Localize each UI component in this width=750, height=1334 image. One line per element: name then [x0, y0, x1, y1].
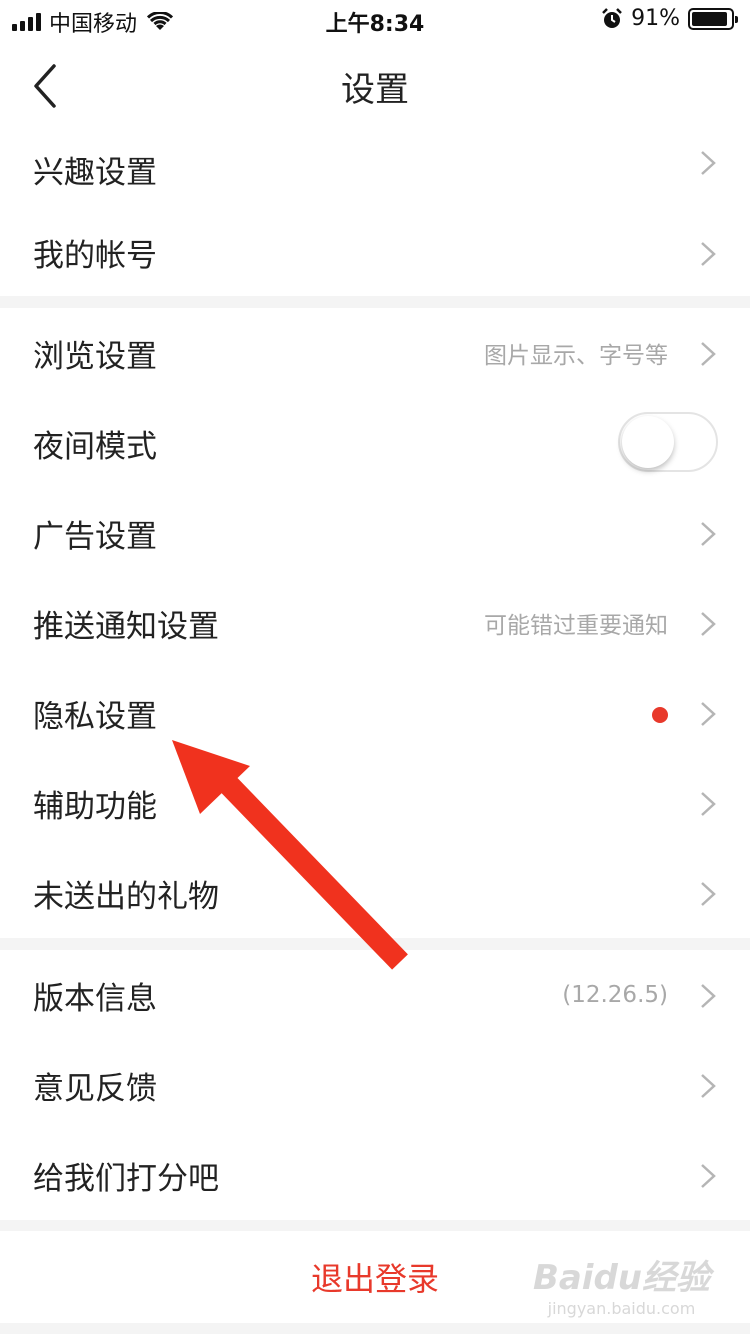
row-label: 意见反馈 — [33, 1070, 157, 1107]
chevron-right-icon — [701, 612, 716, 636]
settings-row-privacy[interactable]: 隐私设置 — [0, 668, 750, 758]
night-mode-toggle[interactable] — [618, 412, 718, 472]
settings-row-interests[interactable]: 兴趣设置 — [0, 130, 750, 208]
row-label: 广告设置 — [33, 518, 157, 555]
row-label: 我的帐号 — [33, 237, 157, 274]
chevron-right-icon — [701, 1164, 716, 1188]
battery-fill — [692, 11, 727, 26]
page-title: 设置 — [341, 70, 409, 110]
settings-group-general: 浏览设置 图片显示、字号等 夜间模式 广告设置 推送通知设置 可能错过重要通知 … — [0, 308, 750, 938]
chevron-right-icon — [701, 151, 716, 175]
settings-group-about: 版本信息 (12.26.5) 意见反馈 给我们打分吧 — [0, 950, 750, 1220]
watermark-sub: jingyan.baidu.com — [547, 1299, 696, 1318]
watermark: Baidu经验 jingyan.baidu.com — [533, 1250, 710, 1318]
row-hint: 图片显示、字号等 — [484, 343, 668, 369]
settings-row-accessibility[interactable]: 辅助功能 — [0, 758, 750, 848]
nav-bar: 设置 — [0, 40, 750, 130]
status-bar: 中国移动 上午8:34 91% — [0, 0, 750, 40]
row-hint: 可能错过重要通知 — [484, 613, 668, 639]
chevron-right-icon — [701, 702, 716, 726]
row-label: 浏览设置 — [33, 338, 157, 375]
version-number: (12.26.5) — [562, 982, 668, 1008]
settings-group-account: 兴趣设置 我的帐号 — [0, 130, 750, 296]
chevron-right-icon — [701, 882, 716, 906]
alarm-icon — [602, 7, 622, 28]
chevron-right-icon — [701, 522, 716, 546]
settings-row-browse[interactable]: 浏览设置 图片显示、字号等 — [0, 308, 750, 398]
settings-row-feedback[interactable]: 意见反馈 — [0, 1040, 750, 1130]
row-label: 未送出的礼物 — [33, 878, 219, 915]
row-label: 夜间模式 — [33, 428, 157, 465]
settings-row-ads[interactable]: 广告设置 — [0, 488, 750, 578]
settings-row-version[interactable]: 版本信息 (12.26.5) — [0, 950, 750, 1040]
battery-percent: 91% — [631, 6, 680, 31]
row-label: 给我们打分吧 — [33, 1160, 219, 1197]
row-label: 版本信息 — [33, 980, 157, 1017]
logout-label: 退出登录 — [310, 1260, 439, 1298]
settings-row-push-notifications[interactable]: 推送通知设置 可能错过重要通知 — [0, 578, 750, 668]
row-label: 隐私设置 — [33, 698, 157, 735]
row-label: 推送通知设置 — [33, 608, 219, 645]
chevron-right-icon — [701, 792, 716, 816]
chevron-right-icon — [701, 342, 716, 366]
watermark-main: Baidu经验 — [532, 1258, 710, 1298]
red-dot-badge — [652, 707, 668, 723]
settings-row-my-account[interactable]: 我的帐号 — [0, 208, 750, 296]
settings-row-rate-us[interactable]: 给我们打分吧 — [0, 1130, 750, 1220]
settings-row-unsent-gifts[interactable]: 未送出的礼物 — [0, 848, 750, 938]
chevron-right-icon — [701, 984, 716, 1008]
row-label: 辅助功能 — [33, 788, 157, 825]
chevron-right-icon — [701, 242, 716, 266]
chevron-right-icon — [701, 1074, 716, 1098]
settings-row-night-mode: 夜间模式 — [0, 398, 750, 488]
battery-icon — [688, 7, 738, 30]
toggle-knob — [622, 416, 674, 468]
status-bar-right: 91% — [601, 6, 738, 31]
row-label: 兴趣设置 — [33, 154, 157, 191]
